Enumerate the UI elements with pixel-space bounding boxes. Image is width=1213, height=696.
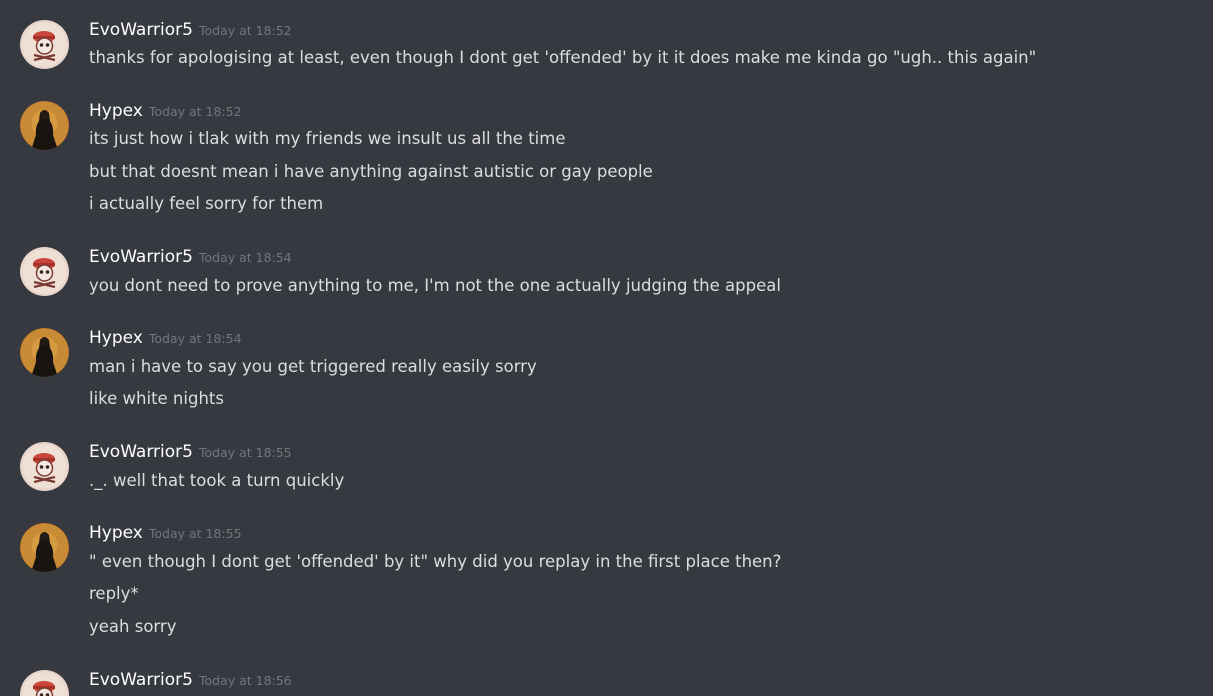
username[interactable]: Hypex xyxy=(89,101,143,121)
message-header: Hypex Today at 18:52 xyxy=(89,101,242,125)
timestamp: Today at 18:54 xyxy=(148,331,242,346)
username[interactable]: EvoWarrior5 xyxy=(89,670,193,690)
message-text: yeah sorry xyxy=(89,617,177,636)
dark-figure-avatar-icon[interactable] xyxy=(20,328,69,377)
timestamp: Today at 18:52 xyxy=(148,104,242,119)
message-header: Hypex Today at 18:55 xyxy=(89,523,242,547)
timestamp: Today at 18:55 xyxy=(148,526,242,541)
skull-pirate-avatar-icon[interactable] xyxy=(20,442,69,491)
timestamp: Today at 18:54 xyxy=(198,250,292,265)
skull-pirate-avatar-icon[interactable] xyxy=(20,20,69,69)
message-text: thanks for apologising at least, even th… xyxy=(89,48,1037,67)
chat-messages: EvoWarrior5 Today at 18:52 thanks for apo… xyxy=(0,0,1213,696)
skull-pirate-avatar-icon[interactable] xyxy=(20,247,69,296)
message-header: EvoWarrior5 Today at 18:55 xyxy=(89,442,292,466)
message-text: like white nights xyxy=(89,389,224,408)
timestamp: Today at 18:56 xyxy=(198,673,292,688)
username[interactable]: Hypex xyxy=(89,328,143,348)
message-text: you dont need to prove anything to me, I… xyxy=(89,276,781,295)
username[interactable]: Hypex xyxy=(89,523,143,543)
message-text: man i have to say you get triggered real… xyxy=(89,357,537,376)
username[interactable]: EvoWarrior5 xyxy=(89,442,193,462)
message-header: EvoWarrior5 Today at 18:52 xyxy=(89,20,292,44)
message-text: ._. well that took a turn quickly xyxy=(89,471,345,490)
message-header: Hypex Today at 18:54 xyxy=(89,328,242,352)
timestamp: Today at 18:52 xyxy=(198,23,292,38)
dark-figure-avatar-icon[interactable] xyxy=(20,101,69,150)
message-text: its just how i tlak with my friends we i… xyxy=(89,129,566,148)
username[interactable]: EvoWarrior5 xyxy=(89,20,193,40)
message-text: but that doesnt mean i have anything aga… xyxy=(89,162,653,181)
message-text: i actually feel sorry for them xyxy=(89,194,324,213)
username[interactable]: EvoWarrior5 xyxy=(89,247,193,267)
message-header: EvoWarrior5 Today at 18:56 xyxy=(89,670,292,694)
skull-pirate-avatar-icon[interactable] xyxy=(20,670,69,696)
message-text: " even though I dont get 'offended' by i… xyxy=(89,552,782,571)
message-header: EvoWarrior5 Today at 18:54 xyxy=(89,247,292,271)
timestamp: Today at 18:55 xyxy=(198,445,292,460)
message-text: reply* xyxy=(89,584,139,603)
dark-figure-avatar-icon[interactable] xyxy=(20,523,69,572)
